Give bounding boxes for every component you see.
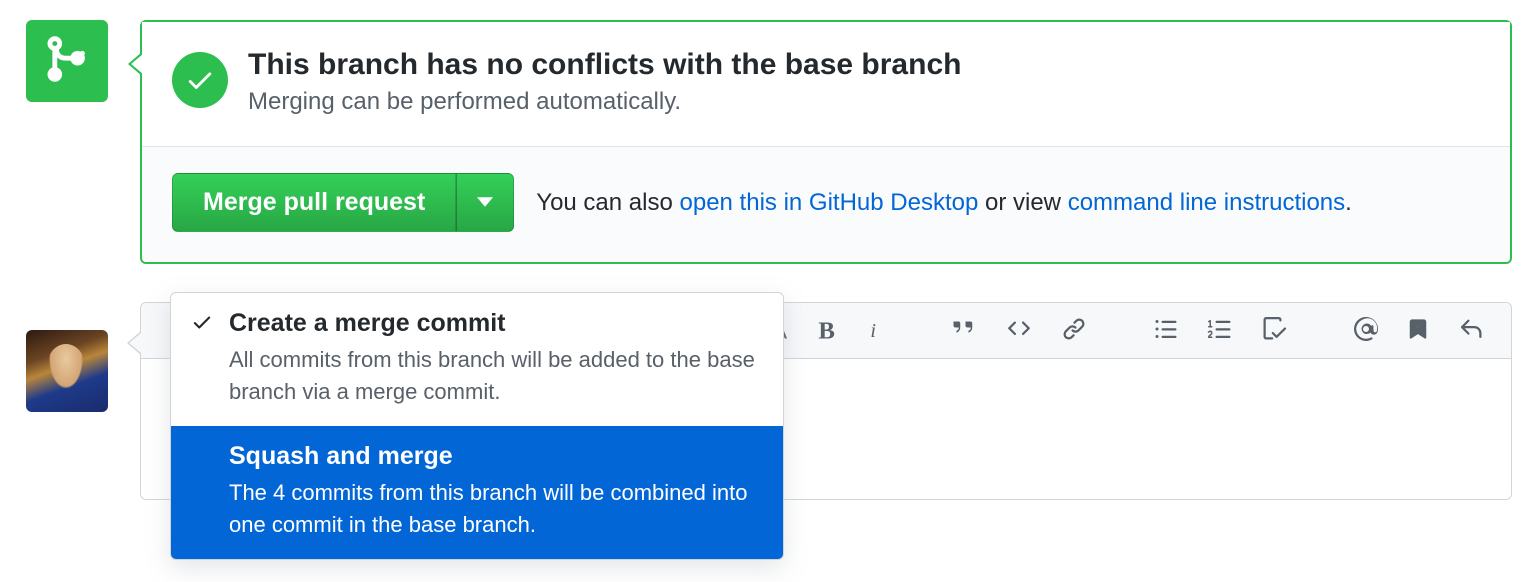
tasklist-icon [1261,317,1287,344]
bookmark-icon [1407,317,1429,344]
merge-status-title: This branch has no conflicts with the ba… [248,48,961,82]
list-ordered-icon [1207,317,1233,344]
reply-icon [1457,317,1485,344]
merge-help-text: You can also open this in GitHub Desktop… [536,189,1352,217]
list-unordered-icon [1153,317,1179,344]
merge-option-title: Squash and merge [229,442,759,471]
merge-option-desc: The 4 commits from this branch will be c… [229,477,759,541]
merge-status-subtitle: Merging can be performed automatically. [248,88,961,116]
command-line-instructions-link[interactable]: command line instructions [1068,189,1345,216]
git-merge-icon [41,33,93,90]
link-icon [1061,317,1087,344]
success-check-icon [172,52,228,108]
unordered-list-button[interactable] [1149,313,1183,348]
code-button[interactable] [1001,313,1037,348]
caret-down-icon [477,195,493,210]
svg-text:i: i [870,320,876,341]
quote-button[interactable] [947,313,981,348]
task-list-button[interactable] [1257,313,1291,348]
ordered-list-button[interactable] [1203,313,1237,348]
merge-status-card: This branch has no conflicts with the ba… [140,20,1512,264]
merge-option-create-merge-commit[interactable]: Create a merge commit All commits from t… [171,293,783,426]
italic-icon: i [867,317,885,344]
merge-options-dropdown: Create a merge commit All commits from t… [170,292,784,560]
saved-replies-button[interactable] [1403,313,1433,348]
bold-icon: B [817,317,839,344]
merge-options-dropdown-toggle[interactable] [456,173,514,232]
merge-option-squash-and-merge[interactable]: Squash and merge The 4 commits from this… [171,426,783,559]
code-icon [1005,317,1033,344]
bold-button[interactable]: B [813,313,843,348]
merge-status-badge [26,20,108,102]
comment-toolbar: AA B i [757,313,1497,358]
merge-pull-request-button[interactable]: Merge pull request [172,173,456,232]
mention-icon [1353,317,1379,344]
open-github-desktop-link[interactable]: open this in GitHub Desktop [680,189,979,216]
quote-icon [951,317,977,344]
italic-button[interactable]: i [863,313,889,348]
avatar[interactable] [26,330,108,412]
mention-button[interactable] [1349,313,1383,348]
link-button[interactable] [1057,313,1091,348]
merge-option-desc: All commits from this branch will be add… [229,344,759,408]
svg-text:B: B [818,318,835,341]
check-icon [191,311,213,339]
reply-button[interactable] [1453,313,1489,348]
merge-option-title: Create a merge commit [229,309,759,338]
